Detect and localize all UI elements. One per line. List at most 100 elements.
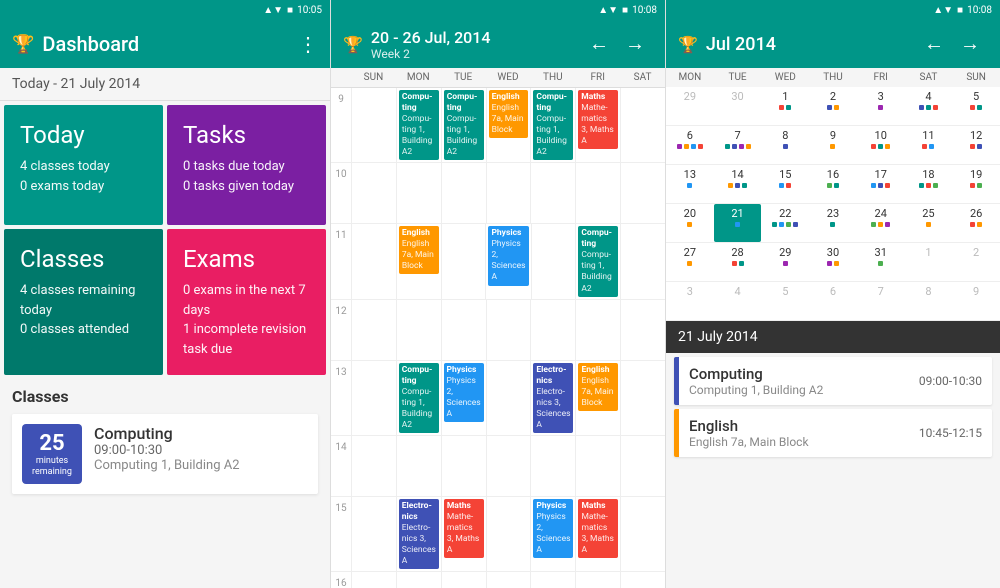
day-cell[interactable] [620, 497, 665, 571]
month-day[interactable]: 28 [714, 243, 762, 281]
month-day[interactable]: 24 [857, 204, 905, 242]
day-cell[interactable]: EnglishEnglish 7a, Main Block [575, 361, 620, 435]
month-day[interactable]: 21 [714, 204, 762, 242]
day-cell[interactable] [486, 497, 531, 571]
day-cell[interactable] [575, 436, 620, 496]
month-day[interactable]: 9 [952, 282, 1000, 320]
today-card[interactable]: Today 4 classes today 0 exams today [4, 105, 163, 225]
day-cell[interactable]: PhysicsPhysics 2, Sciences A [530, 497, 575, 571]
month-day[interactable]: 7 [714, 126, 762, 164]
day-cell[interactable] [620, 224, 665, 298]
day-cell[interactable]: MathsMathe-matics 3, Maths A [575, 497, 620, 571]
calendar-event[interactable]: Compu-tingCompu-ting 1, Building A2 [444, 90, 484, 160]
day-cell[interactable] [530, 300, 575, 360]
day-cell[interactable] [486, 361, 531, 435]
prev-week-button[interactable]: ← [581, 29, 617, 60]
month-day[interactable]: 2 [952, 243, 1000, 281]
next-month-button[interactable]: → [952, 29, 988, 60]
day-cell[interactable] [486, 163, 531, 223]
calendar-event[interactable]: EnglishEnglish 7a, Main Block [399, 226, 439, 274]
day-cell[interactable] [530, 436, 575, 496]
month-day[interactable]: 5 [952, 87, 1000, 125]
calendar-event[interactable]: EnglishEnglish 7a, Main Block [578, 363, 618, 411]
day-cell[interactable]: Compu-tingCompu-ting 1, Building A2 [575, 224, 620, 298]
month-day[interactable]: 29 [761, 243, 809, 281]
month-day[interactable]: 9 [809, 126, 857, 164]
calendar-event[interactable]: Compu-tingCompu-ting 1, Building A2 [578, 226, 618, 296]
prev-month-button[interactable]: ← [916, 29, 952, 60]
month-day[interactable]: 10 [857, 126, 905, 164]
month-day[interactable]: 12 [952, 126, 1000, 164]
month-day[interactable]: 25 [905, 204, 953, 242]
calendar-event[interactable]: MathsMathe-matics 3, Maths A [444, 499, 484, 558]
day-cell[interactable] [351, 163, 396, 223]
month-day[interactable]: 3 [666, 282, 714, 320]
menu-button[interactable]: ⋮ [298, 32, 318, 56]
day-cell[interactable] [351, 436, 396, 496]
day-cell[interactable]: Compu-tingCompu-ting 1, Building A2 [396, 88, 441, 162]
month-day[interactable]: 1 [761, 87, 809, 125]
day-cell[interactable] [575, 163, 620, 223]
month-day[interactable]: 30 [714, 87, 762, 125]
month-day[interactable]: 4 [905, 87, 953, 125]
day-cell[interactable] [486, 300, 531, 360]
month-day[interactable]: 31 [857, 243, 905, 281]
day-cell[interactable] [351, 572, 396, 588]
month-day[interactable]: 5 [761, 282, 809, 320]
day-event-item[interactable]: English English 7a, Main Block 10:45-12:… [674, 409, 992, 457]
month-day[interactable]: 27 [666, 243, 714, 281]
month-day[interactable]: 1 [905, 243, 953, 281]
month-day[interactable]: 14 [714, 165, 762, 203]
month-day[interactable]: 8 [761, 126, 809, 164]
day-cell[interactable] [396, 163, 441, 223]
month-day[interactable]: 20 [666, 204, 714, 242]
calendar-event[interactable]: MathsMathe-matics 3, Maths A [578, 499, 618, 558]
day-cell[interactable] [620, 572, 665, 588]
class-item[interactable]: 25 minutes remaining Computing 09:00-10:… [12, 414, 318, 494]
calendar-event[interactable]: Electro-nicsElectro-nics 3, Sciences A [399, 499, 439, 569]
day-cell[interactable] [351, 224, 396, 298]
tasks-card[interactable]: Tasks 0 tasks due today 0 tasks given to… [167, 105, 326, 225]
day-cell[interactable] [441, 163, 486, 223]
month-day[interactable]: 6 [666, 126, 714, 164]
month-day[interactable]: 30 [809, 243, 857, 281]
day-cell[interactable]: Compu-tingCompu-ting 1, Building A2 [530, 88, 575, 162]
day-cell[interactable]: MathsMathe-matics 3, Maths A [441, 497, 486, 571]
day-cell[interactable]: MathsMathe-matics 3, Maths A [575, 88, 620, 162]
day-cell[interactable]: Compu-tingCompu-ting 1, Building A2 [441, 88, 486, 162]
month-day[interactable]: 11 [905, 126, 953, 164]
calendar-event[interactable]: Compu-tingCompu-ting 1, Building A2 [399, 90, 439, 160]
day-cell[interactable] [441, 436, 486, 496]
month-day[interactable]: 7 [857, 282, 905, 320]
day-cell[interactable] [351, 361, 396, 435]
month-day[interactable]: 19 [952, 165, 1000, 203]
exams-card[interactable]: Exams 0 exams in the next 7 days 1 incom… [167, 229, 326, 375]
day-cell[interactable] [575, 300, 620, 360]
day-event-item[interactable]: Computing Computing 1, Building A2 09:00… [674, 357, 992, 405]
month-day[interactable]: 15 [761, 165, 809, 203]
classes-card[interactable]: Classes 4 classes remaining today 0 clas… [4, 229, 163, 375]
calendar-event[interactable]: PhysicsPhysics 2, Sciences A [533, 499, 573, 558]
month-day[interactable]: 23 [809, 204, 857, 242]
day-cell[interactable] [396, 300, 441, 360]
day-cell[interactable]: EnglishEnglish 7a, Main Block [486, 88, 531, 162]
day-cell[interactable] [531, 224, 576, 298]
day-cell[interactable]: EnglishEnglish 7a, Main Block [396, 224, 441, 298]
day-cell[interactable] [530, 572, 575, 588]
month-day[interactable]: 4 [714, 282, 762, 320]
month-day[interactable]: 26 [952, 204, 1000, 242]
day-cell[interactable] [486, 572, 531, 588]
day-cell[interactable] [441, 300, 486, 360]
day-cell[interactable] [575, 572, 620, 588]
day-cell[interactable] [620, 88, 665, 162]
calendar-event[interactable]: EnglishEnglish 7a, Main Block [489, 90, 529, 138]
day-cell[interactable] [396, 572, 441, 588]
day-cell[interactable] [351, 88, 396, 162]
month-day[interactable]: 2 [809, 87, 857, 125]
day-cell[interactable]: PhysicsPhysics 2, Sciences A [485, 224, 530, 298]
month-day[interactable]: 13 [666, 165, 714, 203]
calendar-event[interactable]: Compu-tingCompu-ting 1, Building A2 [399, 363, 439, 433]
month-day[interactable]: 16 [809, 165, 857, 203]
day-cell[interactable] [620, 361, 665, 435]
day-cell[interactable]: PhysicsPhysics 2, Sciences A [441, 361, 486, 435]
